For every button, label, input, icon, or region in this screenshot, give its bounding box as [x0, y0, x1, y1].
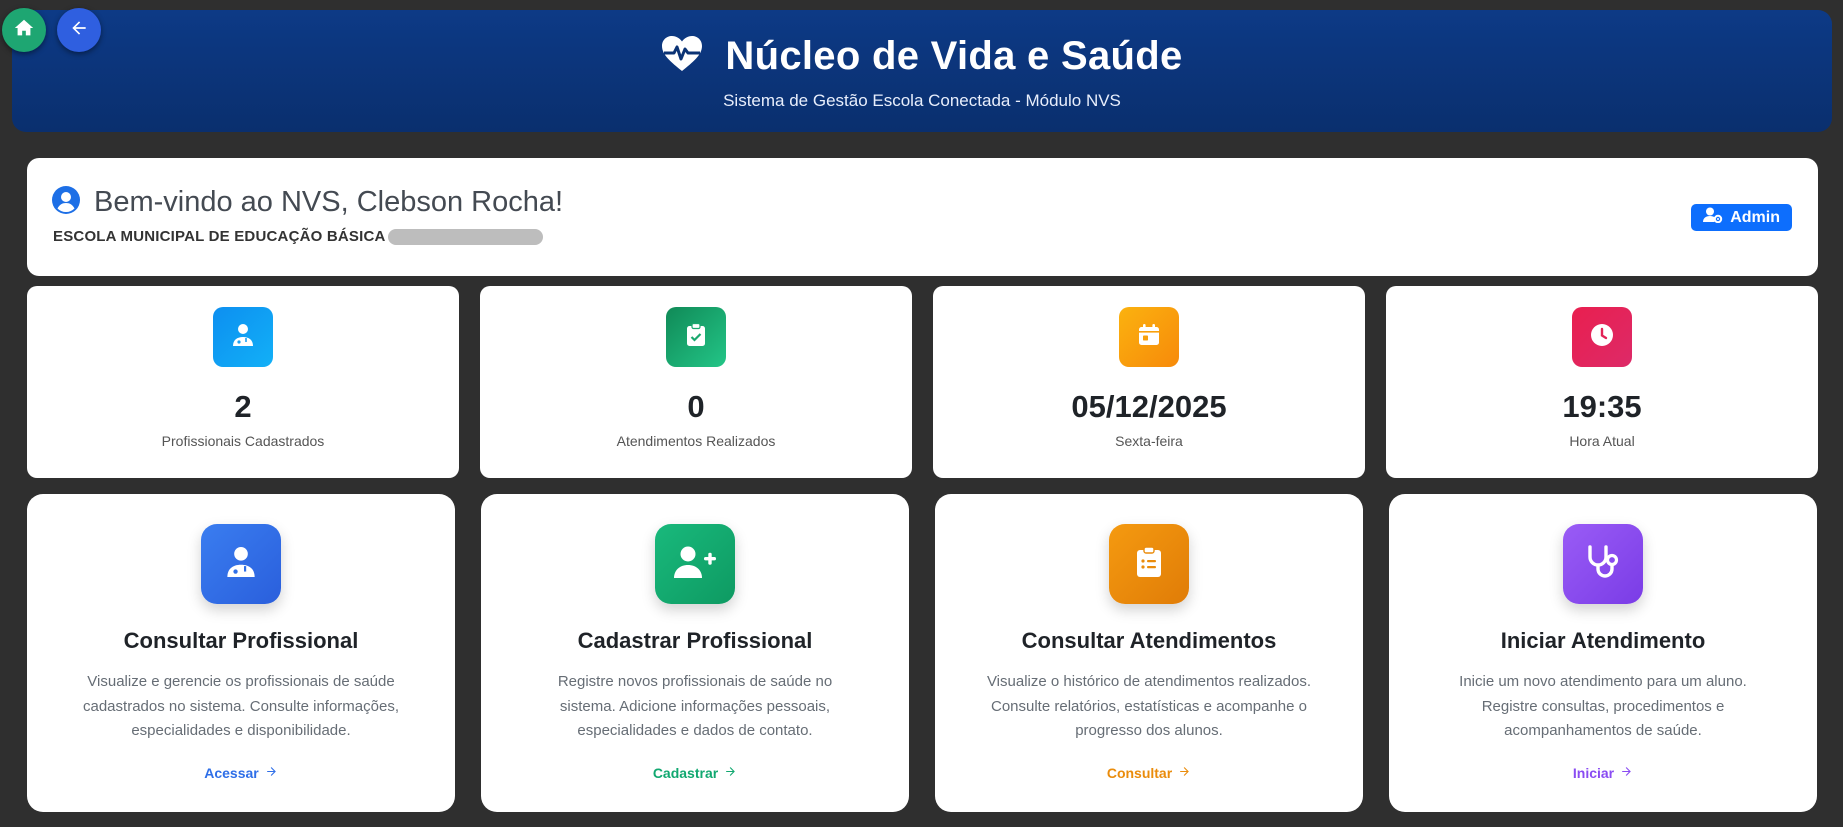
arrow-right-icon — [1178, 765, 1191, 781]
stat-value: 2 — [234, 389, 252, 424]
stat-icon-box — [666, 307, 726, 367]
back-button[interactable] — [57, 8, 101, 52]
user-circle-icon — [52, 186, 80, 219]
calendar-icon — [1138, 323, 1160, 351]
cadastrar-link[interactable]: Cadastrar — [481, 765, 909, 781]
clock-icon — [1590, 323, 1614, 352]
stethoscope-icon — [1585, 544, 1621, 585]
user-doctor-icon — [226, 545, 256, 584]
link-label: Consultar — [1106, 765, 1173, 781]
stat-value: 0 — [687, 389, 705, 424]
user-doctor-icon — [232, 323, 254, 352]
clipboard-check-icon — [686, 322, 706, 352]
arrow-right-icon — [724, 765, 737, 781]
action-card-description: Registre novos profissionais de saúde no… — [557, 673, 833, 739]
stat-card-appointments: 0 Atendimentos Realizados — [480, 286, 912, 478]
consultar-link[interactable]: Consultar — [935, 765, 1363, 781]
home-icon — [13, 17, 35, 44]
link-label: Acessar — [204, 765, 259, 781]
heart-pulse-icon — [661, 35, 703, 78]
action-card-iniciar-atendimento[interactable]: Iniciar Atendimento Inicie um novo atend… — [1389, 494, 1817, 812]
action-card-title: Consultar Atendimentos — [1021, 628, 1277, 653]
iniciar-link[interactable]: Iniciar — [1389, 765, 1817, 781]
stat-icon-box — [1572, 307, 1632, 367]
action-card-description: Visualize e gerencie os profissionais de… — [83, 673, 399, 739]
welcome-greeting: Bem-vindo ao NVS, Clebson Rocha! — [94, 186, 564, 218]
action-card-description: Inicie um novo atendimento para um aluno… — [1459, 673, 1747, 739]
user-gear-icon — [1703, 207, 1723, 228]
action-card-title: Cadastrar Profissional — [577, 628, 813, 653]
action-icon-box — [1109, 524, 1189, 604]
page-subtitle: Sistema de Gestão Escola Conectada - Mód… — [723, 91, 1121, 110]
school-name-text: ESCOLA MUNICIPAL DE EDUCAÇÃO BÁSICA — [53, 228, 386, 245]
arrow-right-icon — [265, 765, 278, 781]
action-card-title: Consultar Profissional — [123, 628, 359, 653]
action-card-title: Iniciar Atendimento — [1500, 628, 1706, 653]
action-icon-box — [655, 524, 735, 604]
stat-label: Hora Atual — [1569, 433, 1635, 449]
arrow-left-icon — [69, 18, 89, 43]
stat-card-time: 19:35 Hora Atual — [1386, 286, 1818, 478]
stat-card-date: 05/12/2025 Sexta-feira — [933, 286, 1365, 478]
stat-icon-box — [213, 307, 273, 367]
user-plus-icon — [674, 545, 716, 584]
page-title: Núcleo de Vida e Saúde — [725, 34, 1183, 78]
action-icon-box — [1563, 524, 1643, 604]
action-card-consultar-profissional[interactable]: Consultar Profissional Visualize e geren… — [27, 494, 455, 812]
arrow-right-icon — [1620, 765, 1633, 781]
action-card-description: Visualize o histórico de atendimentos re… — [986, 673, 1312, 739]
action-card-consultar-atendimentos[interactable]: Consultar Atendimentos Visualize o histó… — [935, 494, 1363, 812]
acessar-link[interactable]: Acessar — [27, 765, 455, 781]
school-name: ESCOLA MUNICIPAL DE EDUCAÇÃO BÁSICA — [53, 228, 543, 245]
role-badge[interactable]: Admin — [1691, 204, 1792, 231]
stat-label: Atendimentos Realizados — [616, 433, 776, 449]
link-label: Iniciar — [1572, 765, 1615, 781]
action-icon-box — [201, 524, 281, 604]
action-card-cadastrar-profissional[interactable]: Cadastrar Profissional Registre novos pr… — [481, 494, 909, 812]
stat-label: Profissionais Cadastrados — [161, 433, 325, 449]
stat-card-professionals: 2 Profissionais Cadastrados — [27, 286, 459, 478]
stat-value: 05/12/2025 — [1071, 389, 1227, 424]
welcome-panel: Bem-vindo ao NVS, Clebson Rocha! ESCOLA … — [27, 158, 1818, 276]
stat-value: 19:35 — [1562, 389, 1642, 424]
page-header: Núcleo de Vida e Saúde Sistema de Gestão… — [12, 10, 1832, 132]
link-label: Cadastrar — [652, 765, 719, 781]
redacted-text — [387, 228, 543, 245]
stat-label: Sexta-feira — [1115, 433, 1183, 449]
clipboard-list-icon — [1136, 545, 1162, 583]
role-badge-label: Admin — [1730, 208, 1780, 226]
home-button[interactable] — [2, 8, 46, 52]
stat-icon-box — [1119, 307, 1179, 367]
